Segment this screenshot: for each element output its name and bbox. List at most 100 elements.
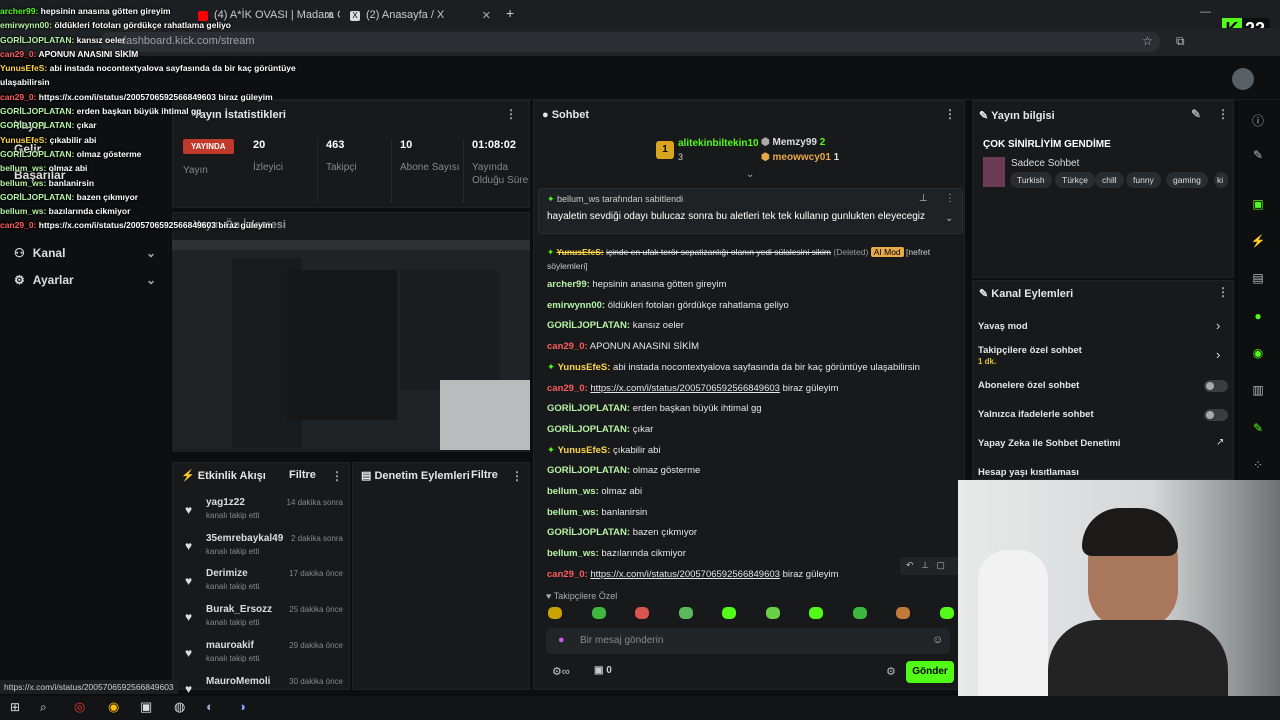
emote-icon[interactable] [765, 607, 780, 619]
minimize-button[interactable]: — [1200, 6, 1211, 18]
more-icon[interactable]: ⋮ [505, 107, 517, 121]
emote-icon[interactable] [678, 607, 693, 619]
reply-icon[interactable]: ↶ [906, 560, 914, 570]
expand-icon[interactable]: ⌄ [746, 169, 754, 180]
layout-icon[interactable]: ▥ [1250, 383, 1266, 397]
ai-moderation-row[interactable]: Yapay Zeka ile Sohbet Denetimi [978, 438, 1121, 449]
stream-tag[interactable]: ki [1214, 172, 1228, 188]
more-icon[interactable]: ⋮ [1217, 285, 1229, 299]
stream-preview-video[interactable] [172, 240, 530, 450]
sidebar-item-ayarlar[interactable]: ⚙ Ayarlar ⌄ [14, 273, 170, 287]
emote-icon[interactable] [548, 607, 562, 619]
chevron-right-icon[interactable]: › [1216, 318, 1220, 333]
emote-icon[interactable] [635, 607, 649, 619]
emote-icon[interactable] [722, 607, 736, 619]
info-icon[interactable]: ⓘ [1250, 112, 1266, 129]
extensions-icon[interactable]: ⧉ [1176, 34, 1185, 49]
gear-icon[interactable]: ⚙ [886, 665, 896, 678]
chat-username[interactable]: GORİLJOPLATAN: [547, 527, 630, 538]
chat-username[interactable]: bellum_ws: [547, 486, 599, 497]
obs-icon[interactable]: ◍ [174, 699, 185, 715]
camera-icon[interactable]: ▣ [1250, 197, 1266, 211]
app-icon[interactable]: ◎ [74, 699, 85, 715]
chat-username[interactable]: can29_0: [547, 569, 588, 580]
close-icon[interactable]: ✕ [482, 9, 491, 22]
close-icon[interactable]: ✕ [325, 9, 334, 22]
mic-icon[interactable]: ● [558, 634, 565, 646]
tools-icon[interactable]: ⚙∞ [552, 665, 570, 678]
chat-username[interactable]: GORİLJOPLATAN: [547, 403, 630, 414]
filter-button[interactable]: Filtre [289, 469, 316, 481]
emote-icon[interactable] [939, 607, 954, 619]
chat-username[interactable]: bellum_ws: [547, 548, 599, 559]
stream-tag[interactable]: chill [1095, 172, 1124, 188]
app-icon[interactable]: ▣ [140, 699, 152, 715]
account-age-row[interactable]: Hesap yaşı kısıtlaması [978, 467, 1079, 478]
edit-icon[interactable]: ✎ [1191, 107, 1201, 121]
chat-username[interactable]: YunusEfeS: [558, 445, 611, 456]
pin-icon[interactable]: ⊥ [921, 560, 929, 570]
edit-icon[interactable]: ✎ [1250, 148, 1266, 162]
chat-username[interactable]: archer99: [547, 279, 590, 290]
chat-link[interactable]: https://x.com/i/status/20057065925668496… [590, 569, 780, 580]
chat-username[interactable]: can29_0: [547, 383, 588, 394]
chat-username[interactable]: YunusEfeS: [558, 362, 611, 373]
top-chatter[interactable]: ⬢ meowwcy01 1 [761, 152, 839, 163]
external-link-icon[interactable]: ↗ [1216, 437, 1224, 448]
chat-link[interactable]: https://x.com/i/status/20057065925668496… [590, 383, 780, 394]
slow-mode-row[interactable]: Yavaş mod [978, 321, 1028, 332]
steam-icon[interactable]: ◐ [206, 699, 214, 714]
bolt-icon[interactable]: ⚡ [1250, 234, 1266, 248]
send-button[interactable]: Gönder [906, 661, 954, 683]
more-icon[interactable]: ⋮ [944, 107, 956, 121]
more-icon[interactable]: ⋮ [331, 469, 343, 483]
avatar[interactable] [1232, 68, 1254, 90]
stream-tag[interactable]: gaming [1166, 172, 1208, 188]
emote-only-toggle[interactable] [1204, 409, 1228, 421]
windows-start-icon[interactable]: ⊞ [10, 700, 20, 714]
chat-username[interactable]: bellum_ws: [547, 507, 599, 518]
more-icon[interactable]: ⋮ [511, 469, 523, 483]
chevron-down-icon[interactable]: ⌄ [945, 213, 953, 224]
list-icon[interactable]: ▤ [1250, 271, 1266, 285]
stream-tag[interactable]: Turkish [1010, 172, 1052, 188]
chat-icon[interactable]: ● [1250, 309, 1266, 323]
wrench-icon[interactable]: ✎ [1250, 421, 1266, 435]
emoji-icon[interactable]: ☺ [932, 634, 943, 646]
chat-input[interactable]: ● Bir mesaj gönderin ☺ [546, 628, 950, 654]
discord-icon[interactable]: ◑ [238, 699, 246, 714]
search-icon[interactable]: ⌕ [40, 700, 47, 715]
info-title: Yayın bilgisi [991, 110, 1055, 122]
emote-icon[interactable] [896, 607, 910, 619]
chat-text: kansız oeler [632, 320, 684, 332]
emote-icon[interactable] [852, 607, 867, 619]
subs-only-toggle[interactable] [1204, 380, 1228, 392]
chat-username[interactable]: GORİLJOPLATAN: [547, 424, 630, 435]
top-chatter[interactable]: ⬢ Memzy99 2 [761, 137, 825, 148]
more-icon[interactable]: ⋮ [945, 193, 955, 204]
chevron-right-icon[interactable]: › [1216, 347, 1220, 362]
chat-username[interactable]: GORİLJOPLATAN: [547, 320, 630, 331]
new-tab-button[interactable]: + [506, 5, 514, 21]
top-chatter-name[interactable]: alitekinbiltekin10 [678, 138, 759, 149]
more-icon[interactable]: ⋮ [1217, 107, 1229, 121]
browser-tab[interactable]: X (2) Anasayfa / X ✕ [342, 4, 497, 26]
broadcast-icon[interactable]: ◉ [1250, 346, 1266, 360]
star-icon[interactable]: ☆ [1142, 34, 1153, 48]
stream-tag[interactable]: Türkçe [1055, 172, 1095, 188]
pin-icon[interactable]: ⊥ [919, 193, 928, 204]
emote-icon[interactable] [809, 607, 823, 619]
chrome-icon[interactable]: ◉ [108, 699, 119, 715]
pinned-message: ✦ bellum_ws tarafından sabitlendi hayale… [538, 188, 963, 234]
followers-chat-row[interactable]: Takipçilere özel sohbet 1 dk. [978, 345, 1082, 367]
filter-button[interactable]: Filtre [471, 469, 498, 481]
sidebar-item-kanal[interactable]: ⚇ Kanal ⌄ [14, 246, 170, 260]
chat-username[interactable]: can29_0: [547, 341, 588, 352]
chat-username[interactable]: GORİLJOPLATAN: [547, 465, 630, 476]
apps-icon[interactable]: ⁘ [1250, 458, 1266, 472]
emote-icon[interactable] [591, 607, 606, 619]
trash-icon[interactable]: ▢ [936, 560, 945, 570]
chat-username[interactable]: YunusEfeS: [556, 247, 603, 257]
chat-username[interactable]: emirwynn00: [547, 300, 605, 311]
stream-tag[interactable]: funny [1126, 172, 1161, 188]
